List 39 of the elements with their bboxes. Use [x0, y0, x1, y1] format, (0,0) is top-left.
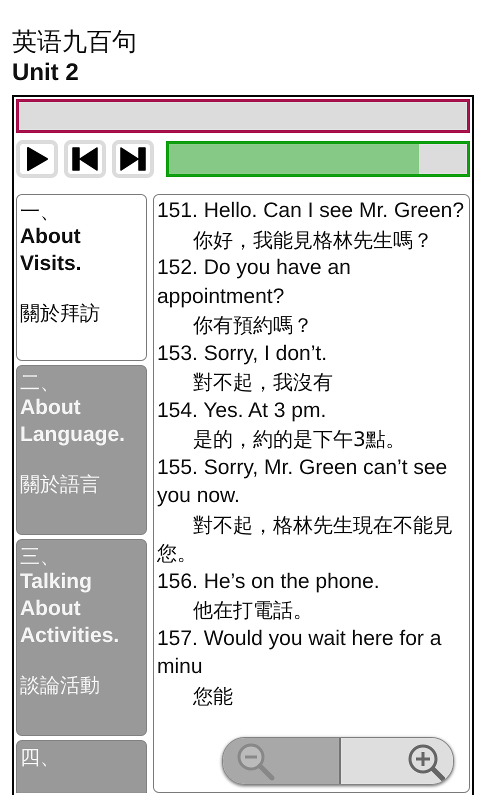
section-title: About Visits.: [20, 224, 82, 277]
chinese-translation: 您能: [192, 682, 234, 710]
english-sentence: 154. Yes. At 3 pm.: [157, 398, 328, 424]
chinese-translation: 對不起，格林先生現在不能見您。: [157, 512, 454, 567]
chinese-translation: 你好，我能見格林先生嗎？: [192, 226, 434, 254]
section-number: 二、: [20, 372, 61, 394]
section-number: 三、: [20, 546, 61, 568]
chinese-translation: 是的，約的是下午3點。: [192, 426, 407, 453]
section-item[interactable]: 二、 About Language. 關於語言: [16, 365, 147, 535]
section-item[interactable]: 四、: [16, 740, 147, 793]
english-sentence: 155. Sorry, Mr. Green can’t see you now.: [157, 454, 448, 509]
section-item[interactable]: 三、 Talking About Activities. 談論活動: [16, 539, 147, 736]
zoom-out-icon: [235, 741, 275, 781]
english-sentence: 153. Sorry, I don’t.: [157, 340, 328, 366]
chinese-translation: 對不起，我沒有: [192, 369, 334, 396]
section-number: 四、: [20, 747, 61, 769]
unit-title: Unit 2: [12, 58, 79, 88]
play-button[interactable]: [16, 140, 58, 178]
chinese-translation: 他在打電話。: [192, 597, 314, 624]
section-subtitle: 關於拜訪: [20, 301, 101, 325]
english-sentence: 156. He’s on the phone.: [157, 568, 381, 594]
section-subtitle: 關於語言: [20, 472, 101, 496]
section-title: Talking About Activities.: [20, 569, 120, 649]
zoom-in-button[interactable]: [341, 738, 453, 784]
next-button[interactable]: [112, 140, 154, 178]
english-sentence: 157. Would you wait here for a minu: [157, 626, 442, 680]
previous-button[interactable]: [64, 140, 106, 178]
chinese-translation: 你有預約嗎？: [192, 312, 314, 339]
skip-back-icon: [71, 146, 99, 172]
app-title: 英语九百句: [12, 26, 137, 58]
section-item[interactable]: 一、 About Visits. 關於拜訪: [16, 194, 147, 361]
english-sentence: 151. Hello. Can I see Mr. Green?: [157, 198, 465, 224]
section-title: About Language.: [20, 395, 126, 448]
english-sentence: 152. Do you have an appointment?: [157, 255, 352, 310]
section-number: 一、: [20, 201, 61, 223]
play-icon: [24, 146, 50, 172]
zoom-out-button[interactable]: [223, 738, 341, 784]
skip-forward-icon: [119, 146, 147, 172]
section-subtitle: 談論活動: [20, 673, 101, 697]
